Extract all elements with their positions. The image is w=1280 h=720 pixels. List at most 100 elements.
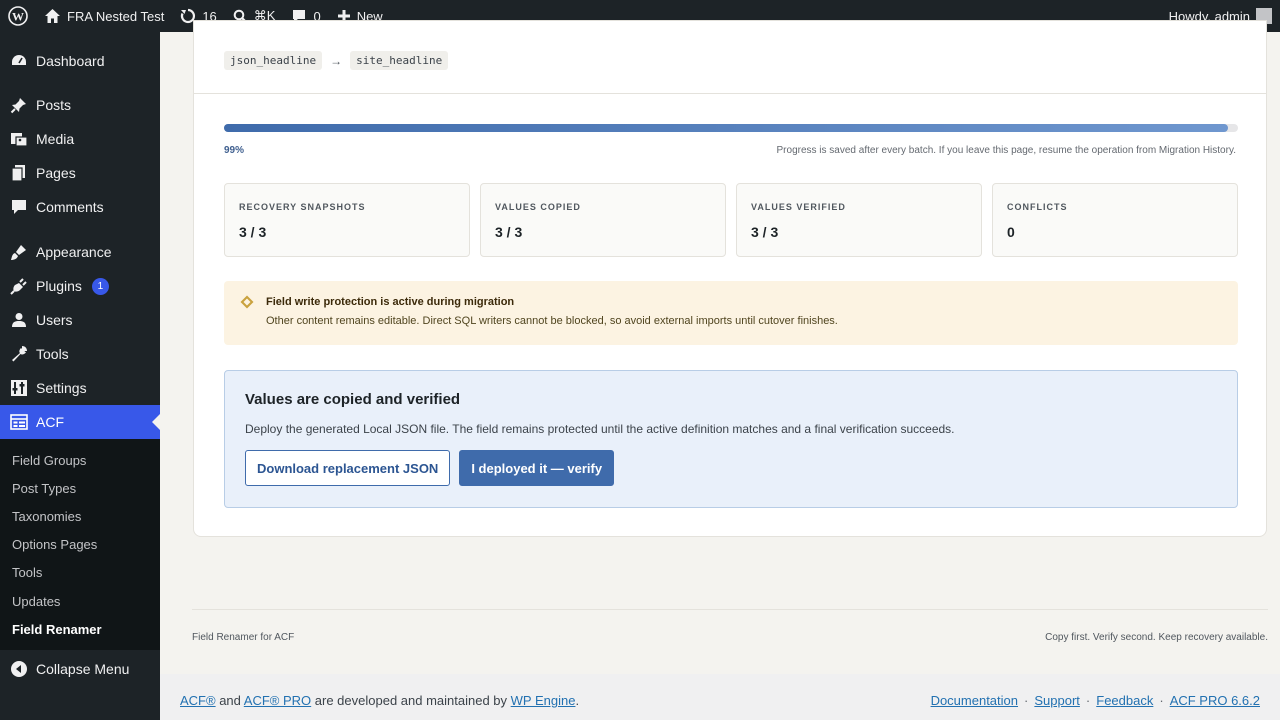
stat-label: VALUES VERIFIED [751, 202, 846, 212]
wordpress-logo-button[interactable]: W [0, 0, 36, 32]
sidebar-item-label: Tools [36, 346, 69, 362]
warning-diamond-icon [240, 295, 254, 309]
submenu-item-field-groups[interactable]: Field Groups [0, 446, 160, 474]
submenu-item-options-pages[interactable]: Options Pages [0, 531, 160, 559]
plugin-footer-name: Field Renamer for ACF [192, 632, 295, 643]
stat-value: 3 / 3 [495, 224, 523, 240]
wordpress-icon: W [8, 6, 28, 26]
sidebar-item-posts[interactable]: Posts [0, 88, 160, 122]
verify-deploy-button[interactable]: I deployed it — verify [459, 450, 615, 486]
sidebar-item-users[interactable]: Users [0, 303, 160, 337]
acf-submenu: Field Groups Post Types Taxonomies Optio… [0, 439, 160, 651]
credits-period: . [575, 693, 580, 708]
sidebar-item-label: Dashboard [36, 53, 105, 69]
sidebar-item-tools[interactable]: Tools [0, 337, 160, 371]
sidebar-item-label: Posts [36, 97, 72, 113]
sidebar-item-label: Settings [36, 380, 87, 396]
submenu-item-taxonomies[interactable]: Taxonomies [0, 502, 160, 530]
stat-recovery-snapshots: RECOVERY SNAPSHOTS 3 / 3 [224, 183, 470, 257]
stat-values-verified: VALUES VERIFIED 3 / 3 [736, 183, 982, 257]
dashboard-icon [10, 52, 28, 70]
settings-sliders-icon [10, 379, 28, 397]
sidebar-item-label: Appearance [36, 244, 112, 260]
user-icon [10, 311, 28, 329]
acf-version-link[interactable]: ACF PRO 6.6.2 [1170, 693, 1260, 708]
credits-text-and: and [215, 693, 244, 708]
acf-pro-link[interactable]: ACF® PRO [244, 693, 311, 708]
documentation-link[interactable]: Documentation [931, 693, 1018, 708]
sidebar-item-label: ACF [36, 414, 64, 430]
pushpin-icon [10, 96, 28, 114]
target-field-chip: site_headline [350, 51, 449, 70]
stat-label: RECOVERY SNAPSHOTS [239, 202, 366, 212]
submenu-item-post-types[interactable]: Post Types [0, 474, 160, 502]
separator: · [1085, 693, 1091, 708]
stat-values-copied: VALUES COPIED 3 / 3 [480, 183, 726, 257]
panel-text: Deploy the generated Local JSON file. Th… [245, 422, 955, 436]
acf-link[interactable]: ACF® [180, 693, 216, 708]
sidebar-item-pages[interactable]: Pages [0, 156, 160, 190]
sidebar-item-appearance[interactable]: Appearance [0, 235, 160, 269]
collapse-menu-button[interactable]: Collapse Menu [0, 652, 160, 686]
arrow-right-icon: → [330, 53, 343, 68]
collapse-icon [10, 660, 28, 678]
panel-buttons: Download replacement JSON I deployed it … [245, 450, 1217, 486]
sidebar-item-label: Plugins [36, 278, 82, 294]
field-rename-chips: json_headline → site_headline [224, 51, 449, 70]
sidebar-item-comments[interactable]: Comments [0, 190, 160, 224]
stat-value: 3 / 3 [239, 224, 267, 240]
admin-sidebar: Dashboard Posts Media Pages Comments App… [0, 32, 160, 720]
notice-text: Other content remains editable. Direct S… [266, 315, 838, 327]
acf-table-icon [10, 413, 28, 431]
plugins-update-badge: 1 [91, 277, 109, 295]
separator: · [1159, 693, 1164, 708]
progress-bar [224, 124, 1238, 132]
progress-percent: 99% [224, 145, 245, 156]
submenu-item-tools[interactable]: Tools [0, 559, 160, 587]
stat-label: VALUES COPIED [495, 202, 581, 212]
plugin-icon [10, 277, 28, 295]
download-json-button[interactable]: Download replacement JSON [245, 450, 451, 486]
stat-conflicts: CONFLICTS 0 [992, 183, 1238, 257]
comment-icon [10, 198, 28, 216]
plugin-footer-tagline: Copy first. Verify second. Keep recovery… [1045, 632, 1268, 643]
separator: · [1024, 693, 1029, 708]
panel-title: Values are copied and verified [245, 391, 461, 408]
sidebar-item-acf[interactable]: ACF [0, 405, 160, 439]
acf-footer-credits: ACF® and ACF® PRO are developed and main… [180, 693, 579, 708]
sidebar-item-settings[interactable]: Settings [0, 371, 160, 405]
support-link[interactable]: Support [1034, 693, 1080, 708]
home-icon [45, 9, 60, 23]
credits-text-maintained: are developed and maintained by [311, 693, 511, 708]
deploy-panel: Values are copied and verified Deploy th… [224, 370, 1238, 508]
plugin-footer: Field Renamer for ACF Copy first. Verify… [192, 609, 1268, 654]
sidebar-item-plugins[interactable]: Plugins 1 [0, 269, 160, 303]
feedback-link[interactable]: Feedback [1096, 693, 1153, 708]
svg-text:W: W [12, 10, 24, 24]
sidebar-item-label: Comments [36, 199, 104, 215]
sidebar-item-dashboard[interactable]: Dashboard [0, 44, 160, 78]
notice-title: Field write protection is active during … [266, 296, 515, 308]
site-name-label: FRA Nested Test [67, 8, 165, 24]
acf-footer-links: Documentation · Support · Feedback · ACF… [931, 693, 1260, 708]
stat-value: 0 [1007, 224, 1015, 240]
stat-value: 3 / 3 [751, 224, 779, 240]
submenu-item-updates[interactable]: Updates [0, 587, 160, 615]
progress-bar-fill [224, 124, 1228, 132]
progress-note: Progress is saved after every batch. If … [776, 145, 1236, 156]
media-icon [10, 130, 28, 148]
pages-icon [10, 164, 28, 182]
card-divider [194, 93, 1266, 94]
sidebar-item-label: Pages [36, 165, 76, 181]
acf-footer: ACF® and ACF® PRO are developed and main… [160, 674, 1280, 720]
stat-label: CONFLICTS [1007, 202, 1068, 212]
sidebar-item-media[interactable]: Media [0, 122, 160, 156]
write-protection-notice: Field write protection is active during … [224, 281, 1238, 345]
stats-row: RECOVERY SNAPSHOTS 3 / 3 VALUES COPIED 3… [224, 183, 1238, 257]
paintbrush-icon [10, 243, 28, 261]
wp-engine-link[interactable]: WP Engine [511, 693, 576, 708]
sidebar-item-label: Media [36, 131, 75, 147]
submenu-item-field-renamer[interactable]: Field Renamer [0, 615, 160, 643]
sidebar-item-label: Users [36, 312, 73, 328]
site-name-link[interactable]: FRA Nested Test [36, 0, 172, 32]
